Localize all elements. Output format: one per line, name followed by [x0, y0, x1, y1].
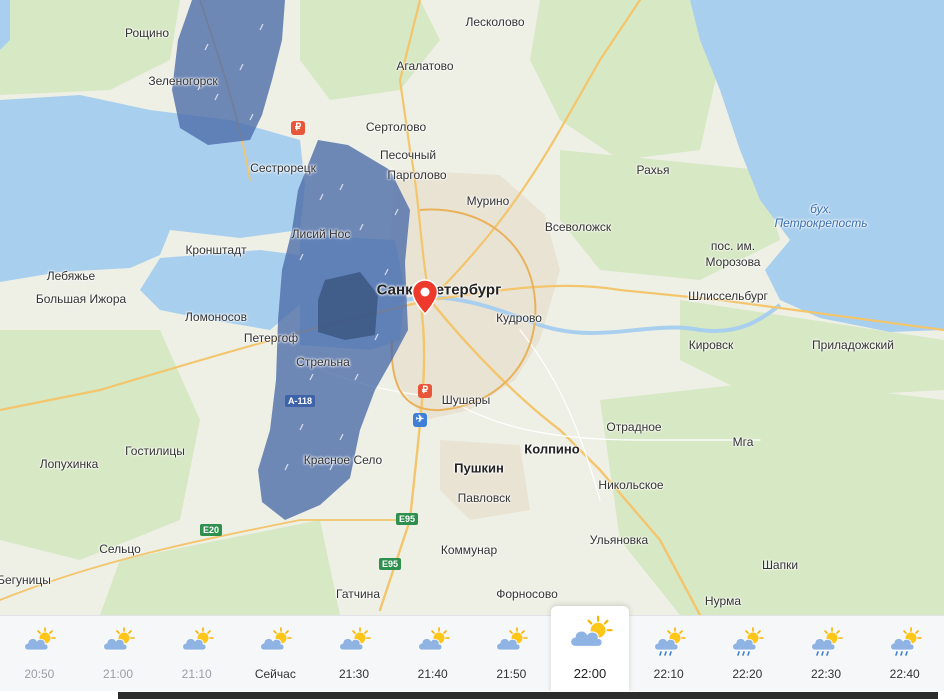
place-label: Морозова — [705, 255, 761, 269]
timeline-slot[interactable]: 22:10 — [629, 616, 708, 692]
timeline-slot[interactable]: 22:40 — [865, 616, 944, 692]
place-label: Ульяновка — [589, 533, 649, 547]
sun-cloud-rain-icon — [889, 627, 922, 656]
place-label: Всеволожск — [544, 220, 612, 234]
place-label: Лебяжье — [46, 269, 96, 283]
place-label: Приладожский — [812, 338, 894, 352]
place-label: Парголово — [387, 168, 447, 182]
timeline-slot[interactable]: 20:50 — [0, 616, 79, 692]
place-label: Нурма — [704, 594, 742, 608]
place-label: Сестрорецк — [250, 161, 316, 175]
place-label: Шапки — [761, 558, 799, 572]
place-label: Лесколово — [465, 15, 525, 29]
timeline-slot[interactable]: 21:00 — [79, 616, 158, 692]
place-label: Павловск — [457, 491, 511, 505]
airport-icon: ✈ — [413, 413, 427, 427]
timeline-time-label: 21:40 — [417, 667, 448, 681]
railway-station-icon: ₽ — [418, 384, 432, 398]
place-label: Кудрово — [496, 311, 542, 325]
place-label: Петергоф — [243, 331, 299, 345]
sun-cloud-rain-icon — [811, 627, 843, 656]
partly-cloudy-icon — [417, 627, 450, 651]
place-label: Гостилицы — [125, 444, 185, 458]
place-label: пос. им. — [710, 239, 756, 253]
road-number-badge: E95 — [378, 558, 402, 570]
place-label: Шлиссельбург — [688, 289, 768, 303]
place-label: Гатчина — [336, 587, 380, 601]
place-label: Никольское — [598, 478, 664, 492]
partly-cloudy-icon — [181, 627, 214, 651]
place-label: Форносово — [496, 587, 558, 601]
place-label: Мга — [732, 435, 754, 449]
place-label: Рахья — [636, 163, 670, 177]
timeline-time-label: 20:50 — [24, 667, 55, 681]
partly-cloudy-icon — [103, 627, 135, 651]
place-label: Кировск — [688, 338, 734, 352]
place-label: Пушкин — [454, 460, 504, 476]
timeline-slot[interactable]: Сейчас — [236, 616, 315, 692]
place-label: Лисий Нос — [291, 227, 351, 241]
road-number-badge: А-118 — [284, 395, 316, 407]
timeline-slot[interactable]: 21:10 — [157, 616, 236, 692]
place-label: Стрельна — [296, 355, 350, 369]
nowcast-app: Рощино Лесколово Агалатово Зеленогорск Серто… — [0, 0, 944, 699]
water-label: бух. Петрокрепость — [774, 202, 867, 230]
timeline-time-label: 22:20 — [732, 667, 763, 681]
partly-cloudy-icon — [24, 627, 57, 651]
partly-cloudy-icon — [339, 627, 371, 651]
timeline-time-label: 21:50 — [496, 667, 527, 681]
place-label: Коммунар — [440, 543, 498, 557]
place-label: Сельцо — [99, 542, 141, 556]
partly-cloudy-icon — [570, 615, 613, 647]
partly-cloudy-icon — [496, 627, 529, 651]
location-pin-icon[interactable] — [411, 279, 439, 315]
scrollbar-thumb[interactable] — [118, 692, 938, 699]
place-label: Сертолово — [365, 120, 427, 134]
place-label: Песочный — [379, 148, 437, 162]
timeline-slot[interactable]: 21:50 — [472, 616, 551, 692]
horizontal-scrollbar[interactable] — [0, 691, 944, 699]
sun-cloud-rain-icon — [653, 627, 686, 656]
timeline-time-label: 21:10 — [181, 667, 212, 681]
place-label: Кронштадт — [185, 243, 247, 257]
railway-station-icon: ₽ — [291, 121, 305, 135]
place-label: Ломоносов — [185, 310, 247, 324]
timeline-slot[interactable]: 21:40 — [393, 616, 472, 692]
place-label: Зеленогорск — [148, 74, 218, 88]
place-label: Рощино — [124, 26, 170, 40]
sun-cloud-rain-icon — [732, 627, 765, 656]
water-label-line2: Петрокрепость — [774, 216, 868, 230]
timeline-slot[interactable]: 22:30 — [787, 616, 866, 692]
place-label: Агалатово — [396, 59, 454, 73]
place-label: Отрадное — [606, 420, 662, 434]
timeline-time-label: 21:00 — [102, 667, 133, 681]
place-label: Бегуницы — [0, 573, 51, 587]
precipitation-map[interactable]: Рощино Лесколово Агалатово Зеленогорск Серто… — [0, 0, 944, 617]
place-label: Колпино — [524, 441, 580, 457]
timeline-time-label: 22:10 — [653, 667, 684, 681]
partly-cloudy-icon — [260, 627, 293, 651]
timeline-time-label: Сейчас — [254, 667, 296, 681]
place-label: Лопухинка — [39, 457, 99, 471]
place-label: Большая Ижора — [35, 292, 127, 306]
place-label: Мурино — [466, 194, 510, 208]
timeline-slot[interactable]: 22:20 — [708, 616, 787, 692]
road-number-badge: E95 — [395, 513, 419, 525]
place-label: Шушары — [441, 393, 491, 407]
map-base — [0, 0, 944, 617]
place-label: Санкт-Петербург — [376, 281, 502, 299]
water-label-line1: бух. — [810, 202, 832, 216]
timeline-time-label: 22:00 — [573, 666, 607, 681]
nowcast-timeline[interactable]: 20:50 21:00 21:10 Сейчас 21:30 21:40 21:50 22:0… — [0, 606, 944, 692]
timeline-time-label: 21:30 — [338, 667, 369, 681]
timeline-time-label: 22:30 — [810, 667, 841, 681]
road-number-badge: E20 — [199, 524, 223, 536]
place-label: Красное Село — [303, 453, 383, 467]
timeline-slot[interactable]: 21:30 — [315, 616, 394, 692]
timeline-time-label: 22:40 — [889, 667, 920, 681]
timeline-slot[interactable]: 22:00 — [550, 606, 630, 692]
